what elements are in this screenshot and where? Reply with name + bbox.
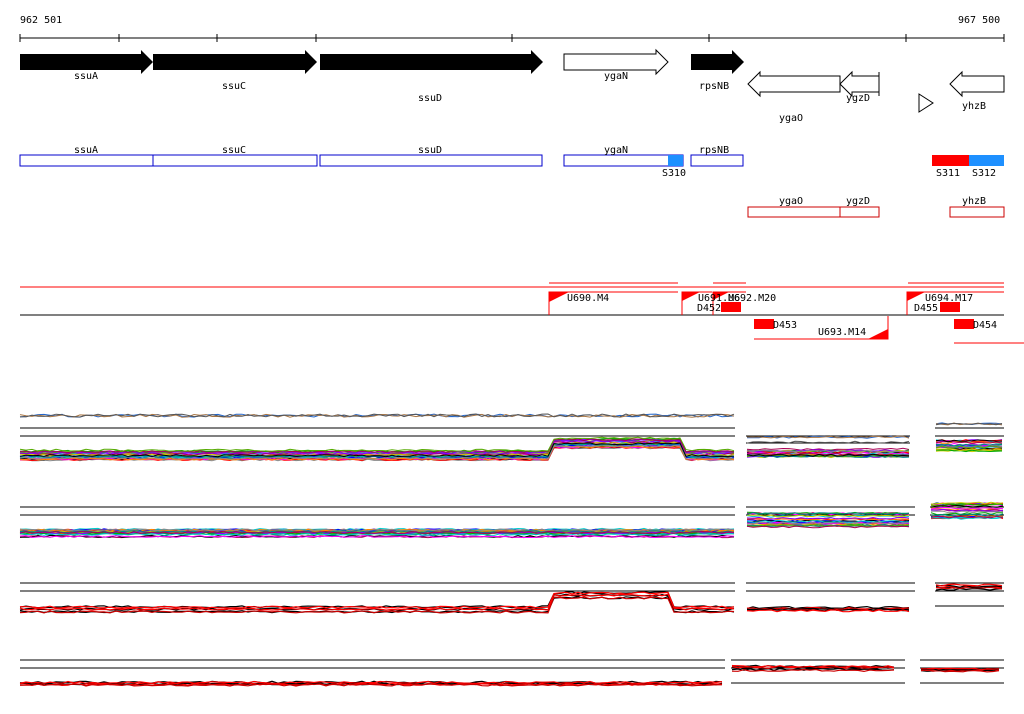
minus-label-ygzD: ygzD	[846, 196, 870, 207]
plus-label-ssuA: ssuA	[74, 145, 98, 156]
minus-label-yhzB: yhzB	[962, 196, 986, 207]
genome-browser-view: 962 501 967 500 ssuA ssuC ssuD ygaN rpsN…	[19, 15, 1024, 687]
gene-label-ssuC: ssuC	[222, 81, 246, 92]
gene-arrow-ssuD[interactable]	[320, 50, 543, 74]
plus-label-ssuC: ssuC	[222, 145, 246, 156]
gene-label-ssuA: ssuA	[74, 71, 98, 82]
gene-arrow-ssuC[interactable]	[153, 50, 317, 74]
gene-label-ygaN: ygaN	[604, 71, 628, 82]
expression-profile-panel-4	[19, 659, 1004, 687]
plus-label-ssuD: ssuD	[418, 145, 442, 156]
minus-box-ygaO[interactable]	[747, 206, 841, 218]
ruler-start-label: 962 501	[20, 15, 62, 26]
signal-label-S312: S312	[972, 168, 996, 179]
plus-label-rpsNB: rpsNB	[699, 145, 729, 156]
minus-box-yhzB[interactable]	[949, 206, 1005, 218]
gene-track: ssuA ssuC ssuD ygaN rpsNB ygaO ygzD yhzB	[20, 48, 1005, 124]
plus-label-ygaN: ygaN	[604, 145, 628, 156]
signal-label-S311: S311	[936, 168, 960, 179]
downshift-label-D455: D455	[914, 303, 938, 314]
gene-arrow-ygaO[interactable]	[747, 70, 841, 98]
profile-trace	[746, 609, 910, 613]
plus-strand-annotation-track: ssuA ssuC ssuD ygaN rpsNB S310 S311 S312	[19, 145, 1004, 179]
minus-label-ygaO: ygaO	[779, 196, 803, 207]
minus-strand-annotation-track: ygaO ygzD yhzB	[747, 196, 1005, 218]
signal-S311[interactable]	[932, 155, 969, 166]
downshift-label-D453: D453	[773, 320, 797, 331]
minus-box-ygzD[interactable]	[839, 206, 880, 218]
plus-box-ygaN[interactable]	[563, 154, 684, 167]
gene-arrow-small[interactable]	[918, 93, 934, 113]
downshift-label-D454: D454	[973, 320, 997, 331]
downshift-label-D452: D452	[697, 303, 721, 314]
gene-label-ssuD: ssuD	[418, 93, 442, 104]
expression-profile-panel-1	[19, 413, 1004, 462]
plus-box-ssuD[interactable]	[319, 154, 543, 167]
gene-label-ygzD: ygzD	[846, 93, 870, 104]
plus-box-rpsNB[interactable]	[690, 154, 744, 167]
upshift-label-U692: U692.M20	[728, 293, 776, 304]
signal-S312[interactable]	[969, 155, 1004, 166]
gene-arrow-yhzB[interactable]	[949, 70, 1005, 98]
signal-S310[interactable]	[668, 155, 683, 166]
plus-box-ssuC[interactable]	[152, 154, 318, 167]
expression-profile-panel-2	[19, 501, 1004, 539]
plus-box-ssuA[interactable]	[19, 154, 154, 167]
gene-arrow-rpsNB[interactable]	[691, 50, 744, 74]
profile-trace	[19, 596, 735, 614]
profile-trace	[746, 440, 910, 444]
gene-label-ygaO: ygaO	[779, 113, 803, 124]
gene-label-rpsNB: rpsNB	[699, 81, 729, 92]
upshift-label-U690: U690.M4	[567, 293, 609, 304]
ruler-end-label: 967 500	[958, 15, 1000, 26]
signal-label-S310: S310	[662, 168, 686, 179]
segmentation-track: U690.M4 U691.M6 U692.M20 U694.M17 U693.M…	[20, 282, 1024, 344]
gene-label-yhzB: yhzB	[962, 101, 986, 112]
upshift-label-U693: U693.M14	[818, 327, 866, 338]
expression-profile-panel-3	[19, 582, 1004, 614]
position-ruler: 962 501 967 500	[19, 15, 1005, 42]
